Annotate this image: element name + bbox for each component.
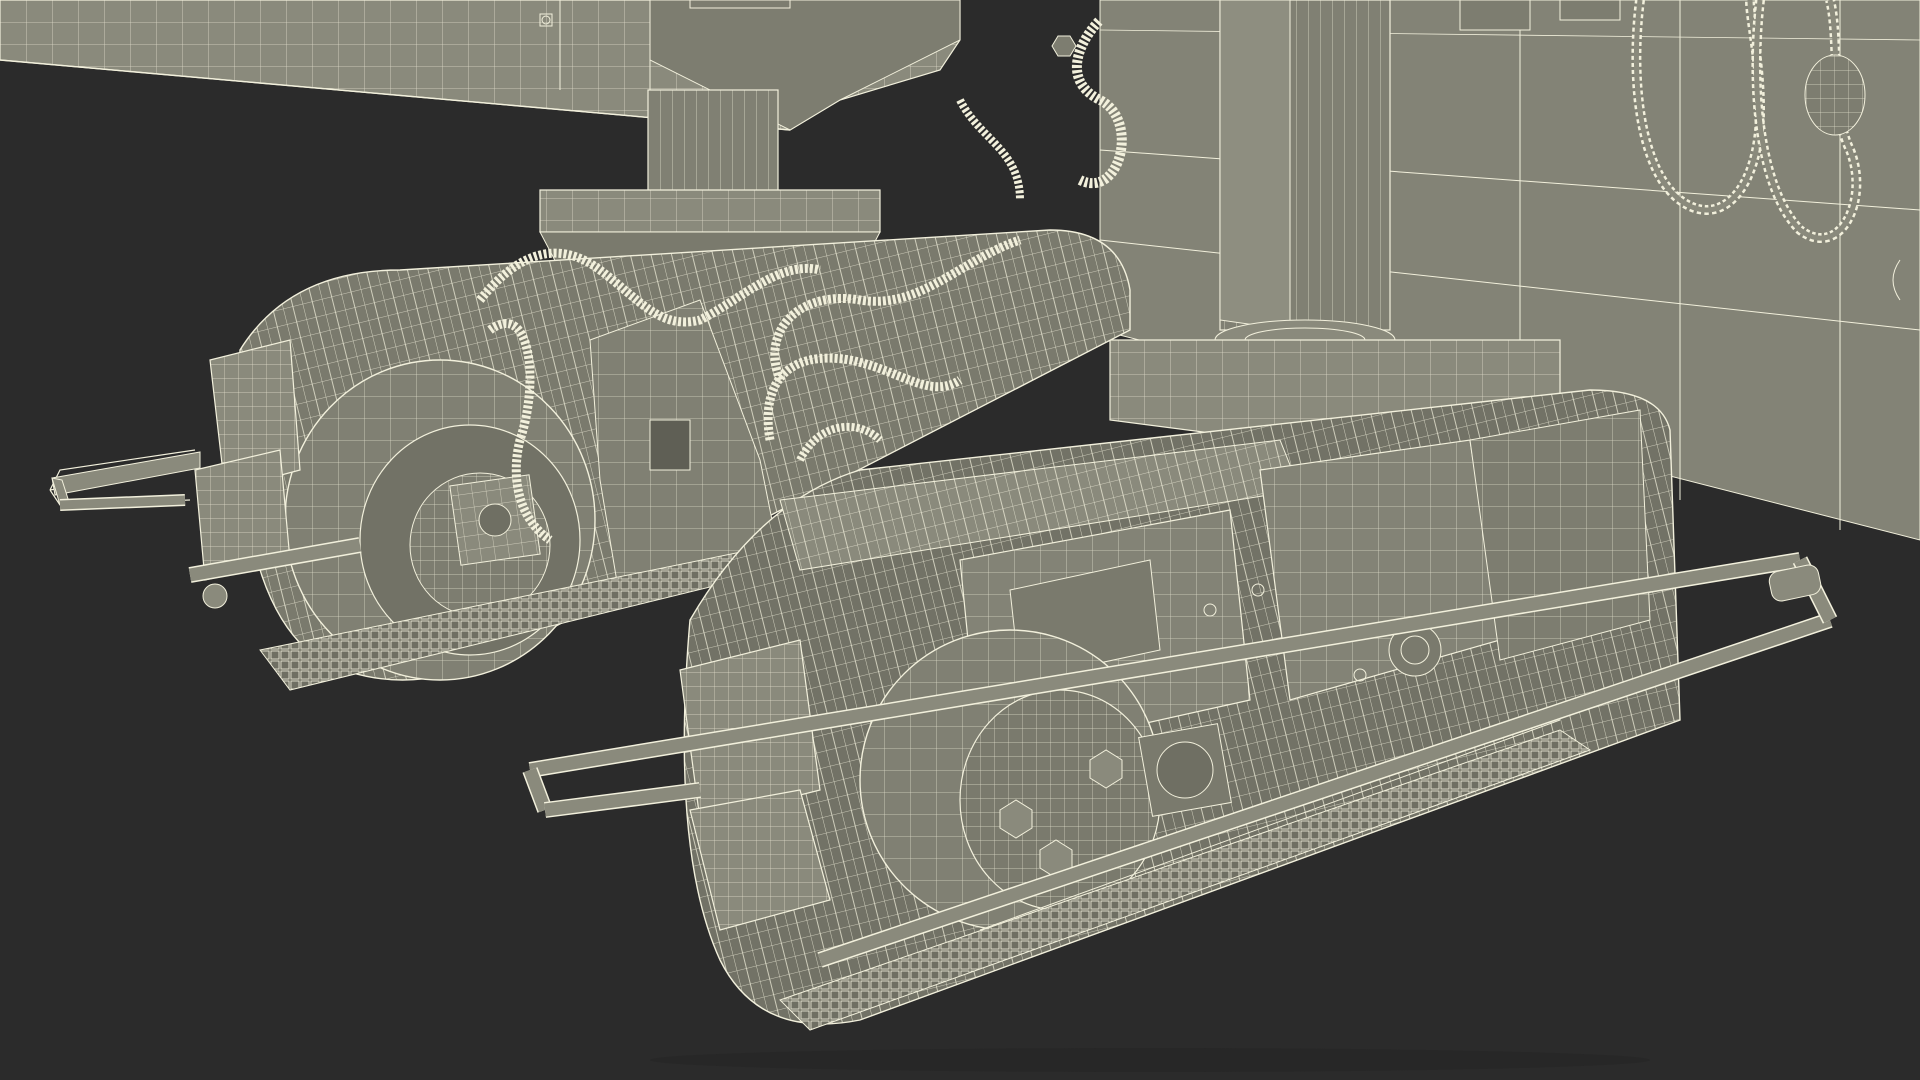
ground-shadow <box>650 1048 1650 1072</box>
wireframe-render <box>0 0 1920 1072</box>
3d-viewport <box>0 0 1920 1080</box>
right-crawler-track <box>679 389 1681 1031</box>
upper-body-housing <box>0 0 1077 131</box>
